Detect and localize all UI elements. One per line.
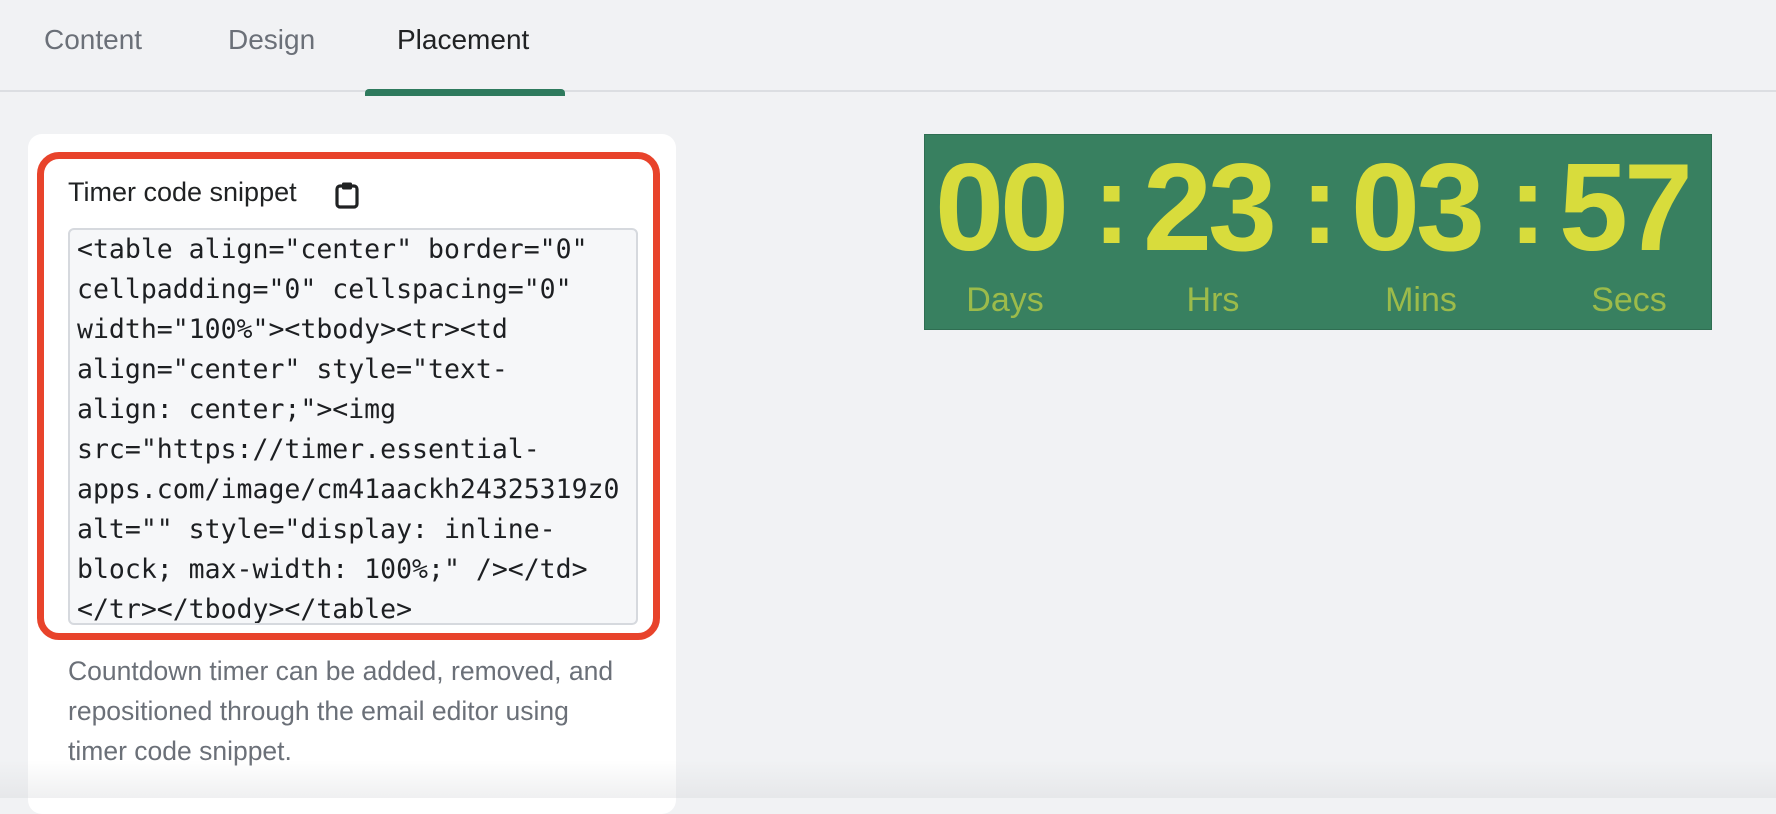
snippet-help-text: Countdown timer can be added, removed, a… [68, 656, 614, 766]
tab-placement[interactable]: Placement [365, 24, 565, 96]
countdown-timer-preview: 00 : 23 : 03 : 57 Days Hrs Mins Secs [924, 134, 1712, 330]
timer-seconds-value: 57 [1559, 139, 1693, 277]
timer-days-value: 00 [935, 139, 1069, 277]
tab-design-label: Design [228, 24, 316, 55]
code-snippet-textarea[interactable]: <table align="center" border="0" cellpad… [68, 228, 638, 625]
tab-design[interactable]: Design [228, 24, 315, 92]
tab-content[interactable]: Content [44, 24, 142, 92]
timer-hours-value: 23 [1143, 139, 1277, 277]
code-snippet-text: <table align="center" border="0" cellpad… [77, 234, 620, 625]
clipboard-icon[interactable] [334, 181, 360, 209]
timer-separator: : [1301, 142, 1339, 267]
tab-content-label: Content [44, 24, 143, 55]
timer-minutes-value: 03 [1351, 139, 1485, 277]
timer-hours-label: Hrs [1186, 281, 1240, 319]
tab-bar: Content Design Placement [0, 0, 1776, 96]
timer-minutes-label: Mins [1385, 281, 1457, 319]
active-tab-indicator [365, 89, 565, 96]
snippet-label: Timer code snippet [68, 177, 297, 207]
tab-placement-label: Placement [397, 24, 530, 55]
timer-separator: : [1093, 142, 1131, 267]
timer-seconds-label: Secs [1591, 281, 1667, 319]
timer-days-label: Days [966, 281, 1044, 319]
timer-separator: : [1509, 142, 1547, 267]
